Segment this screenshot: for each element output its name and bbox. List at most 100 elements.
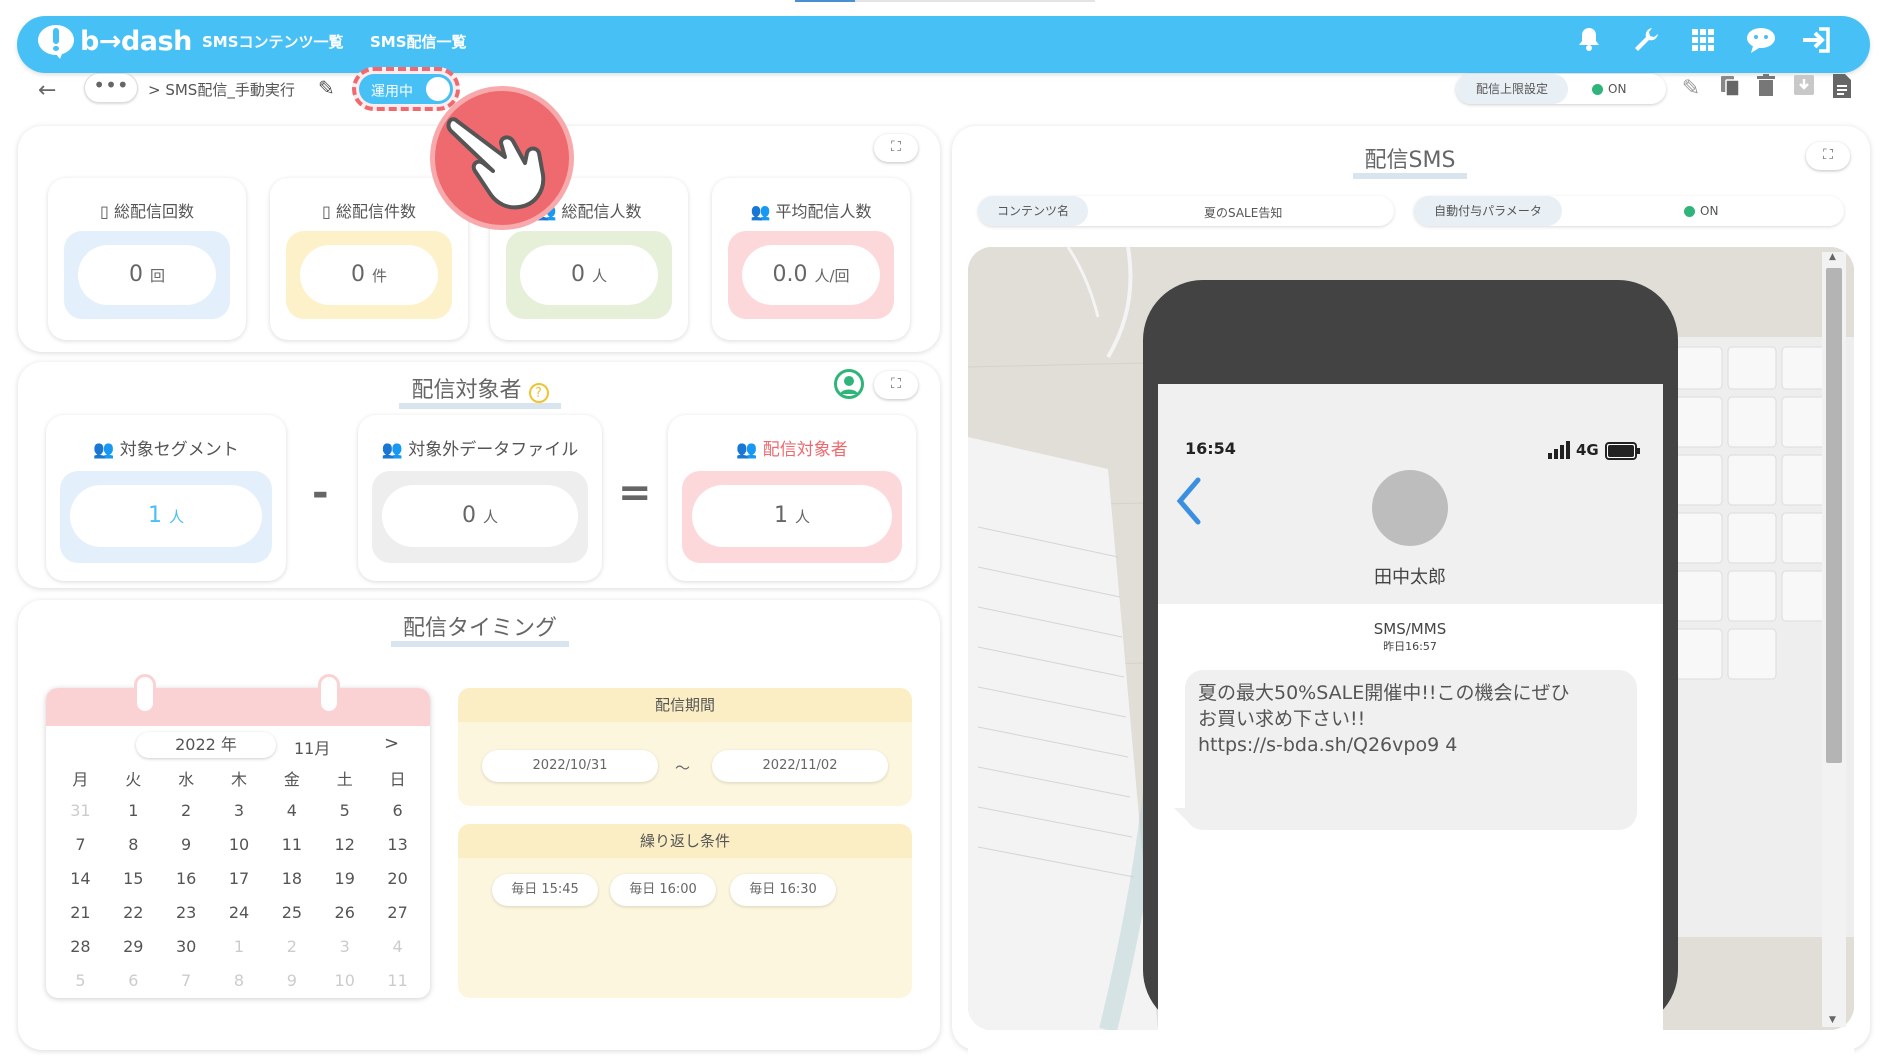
back-chevron-icon[interactable] xyxy=(1174,476,1204,530)
delivery-limit-setting[interactable]: 配信上限設定 ON xyxy=(1456,74,1666,104)
calendar-day[interactable]: 25 xyxy=(265,896,318,930)
segment-label: 対象セグメント xyxy=(119,440,239,460)
excluded-value: 0 xyxy=(461,503,476,528)
calendar-day[interactable]: 31 xyxy=(54,794,107,828)
calendar-day[interactable]: 10 xyxy=(213,828,266,862)
calendar-day[interactable]: 17 xyxy=(213,862,266,896)
signal-icon xyxy=(1548,441,1570,463)
preview-scrollbar-thumb[interactable] xyxy=(1826,268,1842,763)
copy-icon[interactable] xyxy=(1716,74,1744,104)
calendar-day[interactable]: 21 xyxy=(54,896,107,930)
logout-icon[interactable] xyxy=(1800,26,1834,60)
stat-value: 0.0 xyxy=(772,262,808,287)
status-toggle-label: 運用中 xyxy=(371,84,413,100)
calendar-day[interactable]: 13 xyxy=(371,828,424,862)
user-icon[interactable] xyxy=(834,369,864,399)
calendar-day[interactable]: 3 xyxy=(213,794,266,828)
bell-icon[interactable] xyxy=(1572,26,1606,60)
help-icon[interactable]: ? xyxy=(528,383,549,403)
calendar-day[interactable]: 11 xyxy=(265,828,318,862)
stat-value: 0 xyxy=(350,262,365,287)
calendar-day[interactable]: 5 xyxy=(54,964,107,998)
calendar-day[interactable]: 28 xyxy=(54,930,107,964)
calendar-day[interactable]: 9 xyxy=(160,828,213,862)
calendar-day[interactable]: 6 xyxy=(371,794,424,828)
calendar-day[interactable]: 11 xyxy=(371,964,424,998)
calendar-day[interactable]: 29 xyxy=(107,930,160,964)
repeat-time-2[interactable]: 毎日 16:00 xyxy=(610,874,716,906)
auto-param-label: 自動付与パラメータ xyxy=(1414,196,1562,226)
calendar-day[interactable]: 1 xyxy=(213,930,266,964)
trash-icon[interactable] xyxy=(1752,74,1780,104)
calendar-day[interactable]: 2 xyxy=(160,794,213,828)
phone-time: 16:54 xyxy=(1185,439,1236,458)
calendar-day[interactable]: 9 xyxy=(265,964,318,998)
network-label: 4G xyxy=(1576,441,1599,459)
weekday-label: 土 xyxy=(336,770,353,789)
bdash-logo[interactable]: b→dash xyxy=(38,23,192,63)
weekday-label: 木 xyxy=(231,770,248,789)
content-name-label: コンテンツ名 xyxy=(978,196,1088,226)
calendar-day[interactable]: 4 xyxy=(371,930,424,964)
edit-icon[interactable]: ✎ xyxy=(1677,74,1705,104)
excluded-label: 対象外データファイル xyxy=(408,440,579,460)
stat-unit: 件 xyxy=(371,267,387,285)
message-type: SMS/MMS xyxy=(1373,620,1447,638)
archive-icon[interactable] xyxy=(1790,74,1818,104)
period-end-date[interactable]: 2022/11/02 xyxy=(712,750,888,782)
wrench-icon[interactable] xyxy=(1629,26,1663,60)
chat-icon[interactable] xyxy=(1744,26,1778,60)
excluded-unit: 人 xyxy=(482,508,498,526)
calendar-day[interactable]: 3 xyxy=(318,930,371,964)
calendar-day[interactable]: 7 xyxy=(54,828,107,862)
calendar-next-button[interactable]: > xyxy=(384,733,399,754)
calendar-day[interactable]: 4 xyxy=(265,794,318,828)
breadcrumb-more-button[interactable]: ••• xyxy=(84,73,138,103)
segment-unit: 人 xyxy=(168,508,184,526)
calendar-day[interactable]: 27 xyxy=(371,896,424,930)
status-dot-icon xyxy=(1684,206,1695,217)
repeat-time-1[interactable]: 毎日 15:45 xyxy=(492,874,598,906)
calendar-day[interactable]: 30 xyxy=(160,930,213,964)
calendar-day[interactable]: 8 xyxy=(107,828,160,862)
timing-title: 配信タイミング xyxy=(330,610,630,647)
scroll-down-icon[interactable]: ▼ xyxy=(1829,1015,1836,1025)
calendar-day[interactable]: 16 xyxy=(160,862,213,896)
calendar-day[interactable]: 12 xyxy=(318,828,371,862)
repeat-time-3[interactable]: 毎日 16:30 xyxy=(730,874,836,906)
scroll-up-icon[interactable]: ▲ xyxy=(1829,252,1836,262)
calendar-day[interactable]: 6 xyxy=(107,964,160,998)
calendar-month[interactable]: 11月 xyxy=(294,735,330,759)
nav-sms-contents-link[interactable]: SMSコンテンツ一覧 xyxy=(202,31,344,52)
excluded-file-card: 👥 対象外データファイル 0 人 xyxy=(358,415,602,581)
calendar-year[interactable]: 2022 年 xyxy=(136,732,276,758)
people-icon: 👥 xyxy=(736,440,758,460)
calendar-day[interactable]: 22 xyxy=(107,896,160,930)
calendar-day[interactable]: 20 xyxy=(371,862,424,896)
period-start-date[interactable]: 2022/10/31 xyxy=(482,750,658,782)
calendar-day[interactable]: 14 xyxy=(54,862,107,896)
expand-icon[interactable]: ⛶ xyxy=(874,134,918,162)
delivery-limit-label: 配信上限設定 xyxy=(1456,74,1568,104)
calendar-day[interactable]: 24 xyxy=(213,896,266,930)
calendar-day[interactable]: 7 xyxy=(160,964,213,998)
expand-icon[interactable]: ⛶ xyxy=(874,371,918,399)
grid-icon[interactable] xyxy=(1686,26,1720,60)
calendar-day[interactable]: 8 xyxy=(213,964,266,998)
expand-icon[interactable]: ⛶ xyxy=(1806,142,1850,170)
calendar-day[interactable]: 1 xyxy=(107,794,160,828)
calendar-day[interactable]: 26 xyxy=(318,896,371,930)
document-icon[interactable] xyxy=(1828,74,1856,104)
nav-sms-delivery-link[interactable]: SMS配信一覧 xyxy=(370,31,467,52)
calendar-day[interactable]: 18 xyxy=(265,862,318,896)
calendar-day[interactable]: 5 xyxy=(318,794,371,828)
calendar-day[interactable]: 10 xyxy=(318,964,371,998)
calendar-day[interactable]: 19 xyxy=(318,862,371,896)
pencil-icon[interactable]: ✎ xyxy=(318,76,335,100)
calendar-day[interactable]: 15 xyxy=(107,862,160,896)
auto-param-field: 自動付与パラメータ ON xyxy=(1414,196,1844,226)
calendar-day[interactable]: 2 xyxy=(265,930,318,964)
back-arrow-icon[interactable]: ← xyxy=(38,78,56,103)
delivery-period-title: 配信期間 xyxy=(458,688,912,722)
calendar-day[interactable]: 23 xyxy=(160,896,213,930)
